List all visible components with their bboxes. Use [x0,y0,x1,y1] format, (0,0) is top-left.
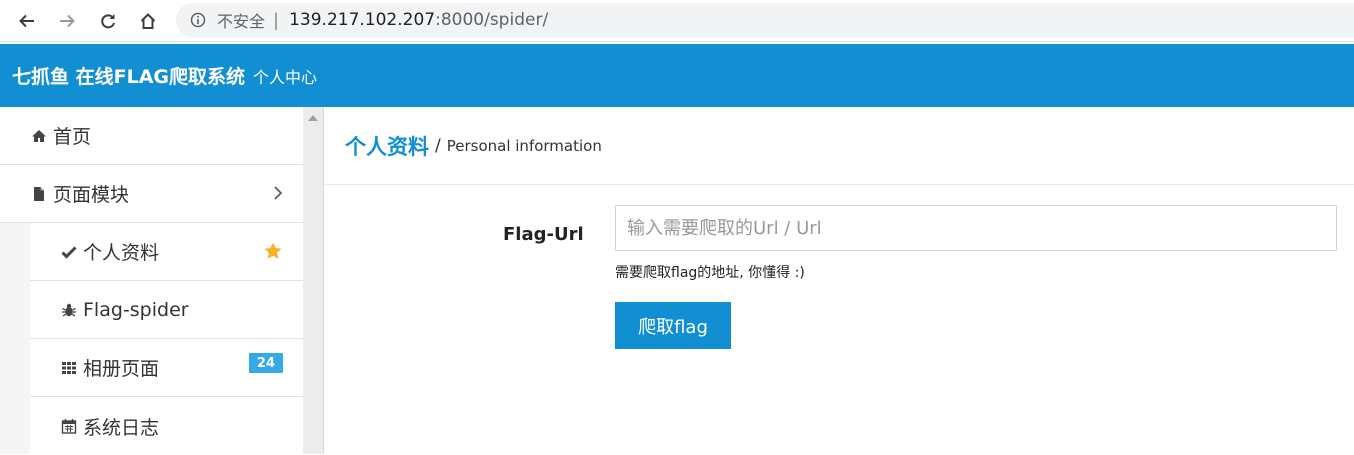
sidebar-item-label: 相册页面 [83,358,160,380]
address-bar[interactable]: 不安全 | 139.217.102.207:8000/spider/ [176,3,1354,37]
sidebar-item-label: Flag-spider [83,298,189,321]
breadcrumb-separator: / [435,135,441,156]
page-title: 个人资料 [345,134,429,159]
check-icon [60,243,78,261]
count-badge: 24 [248,353,283,373]
sidebar-item-home[interactable]: 首页 [0,107,303,165]
chevron-right-icon [274,186,283,200]
sidebar-item-system-log[interactable]: 系统日志 [30,397,303,455]
back-arrow-icon[interactable] [14,8,40,34]
address-separator: | [273,9,280,31]
sidebar-item-album[interactable]: 相册页面 24 [30,339,303,397]
file-icon [30,185,48,203]
sidebar-scrollbar[interactable] [303,107,324,454]
sidebar-item-label: 页面模块 [53,184,130,206]
sidebar-item-pages[interactable]: 页面模块 [0,165,303,223]
url-path: :8000/spider/ [435,10,549,30]
sidebar: 首页 页面模块 个人资料 Flag-spider 相册页面 24 系统日志 [0,107,303,455]
calendar-icon [60,417,78,435]
flag-url-input[interactable] [615,205,1337,251]
page-header: 个人资料 / Personal information [325,107,1354,185]
browser-toolbar: 不安全 | 139.217.102.207:8000/spider/ [0,0,1354,42]
home-icon [30,127,48,145]
crawl-flag-button[interactable]: 爬取flag [615,302,731,349]
app-header: 七抓鱼 在线FLAG爬取系统 个人中心 [0,44,1354,107]
forward-arrow-icon[interactable] [54,8,80,34]
star-icon [264,242,282,259]
info-icon[interactable] [190,12,206,28]
grid-icon [60,359,78,377]
header-subtitle: 个人中心 [253,67,318,87]
sidebar-item-flag-spider[interactable]: Flag-spider [30,281,303,339]
sidebar-item-label: 首页 [53,126,92,148]
security-status-label: 不安全 [217,12,266,31]
flag-url-label: Flag-Url [503,224,584,245]
sidebar-item-profile[interactable]: 个人资料 [30,223,303,281]
scroll-up-arrow-icon[interactable] [308,115,318,121]
brand-title[interactable]: 七抓鱼 在线FLAG爬取系统 [12,62,245,89]
reload-icon[interactable] [95,8,121,34]
sidebar-item-label: 系统日志 [83,416,160,439]
main-content: 个人资料 / Personal information Flag-Url 需要爬… [325,107,1354,454]
page-subtitle: Personal information [446,136,602,155]
url-host: 139.217.102.207 [289,10,436,30]
home-nav-icon[interactable] [135,8,161,34]
sidebar-item-label: 个人资料 [83,242,160,264]
bug-icon [60,301,78,319]
flag-url-help-text: 需要爬取flag的地址, 你懂得 :) [615,265,805,281]
